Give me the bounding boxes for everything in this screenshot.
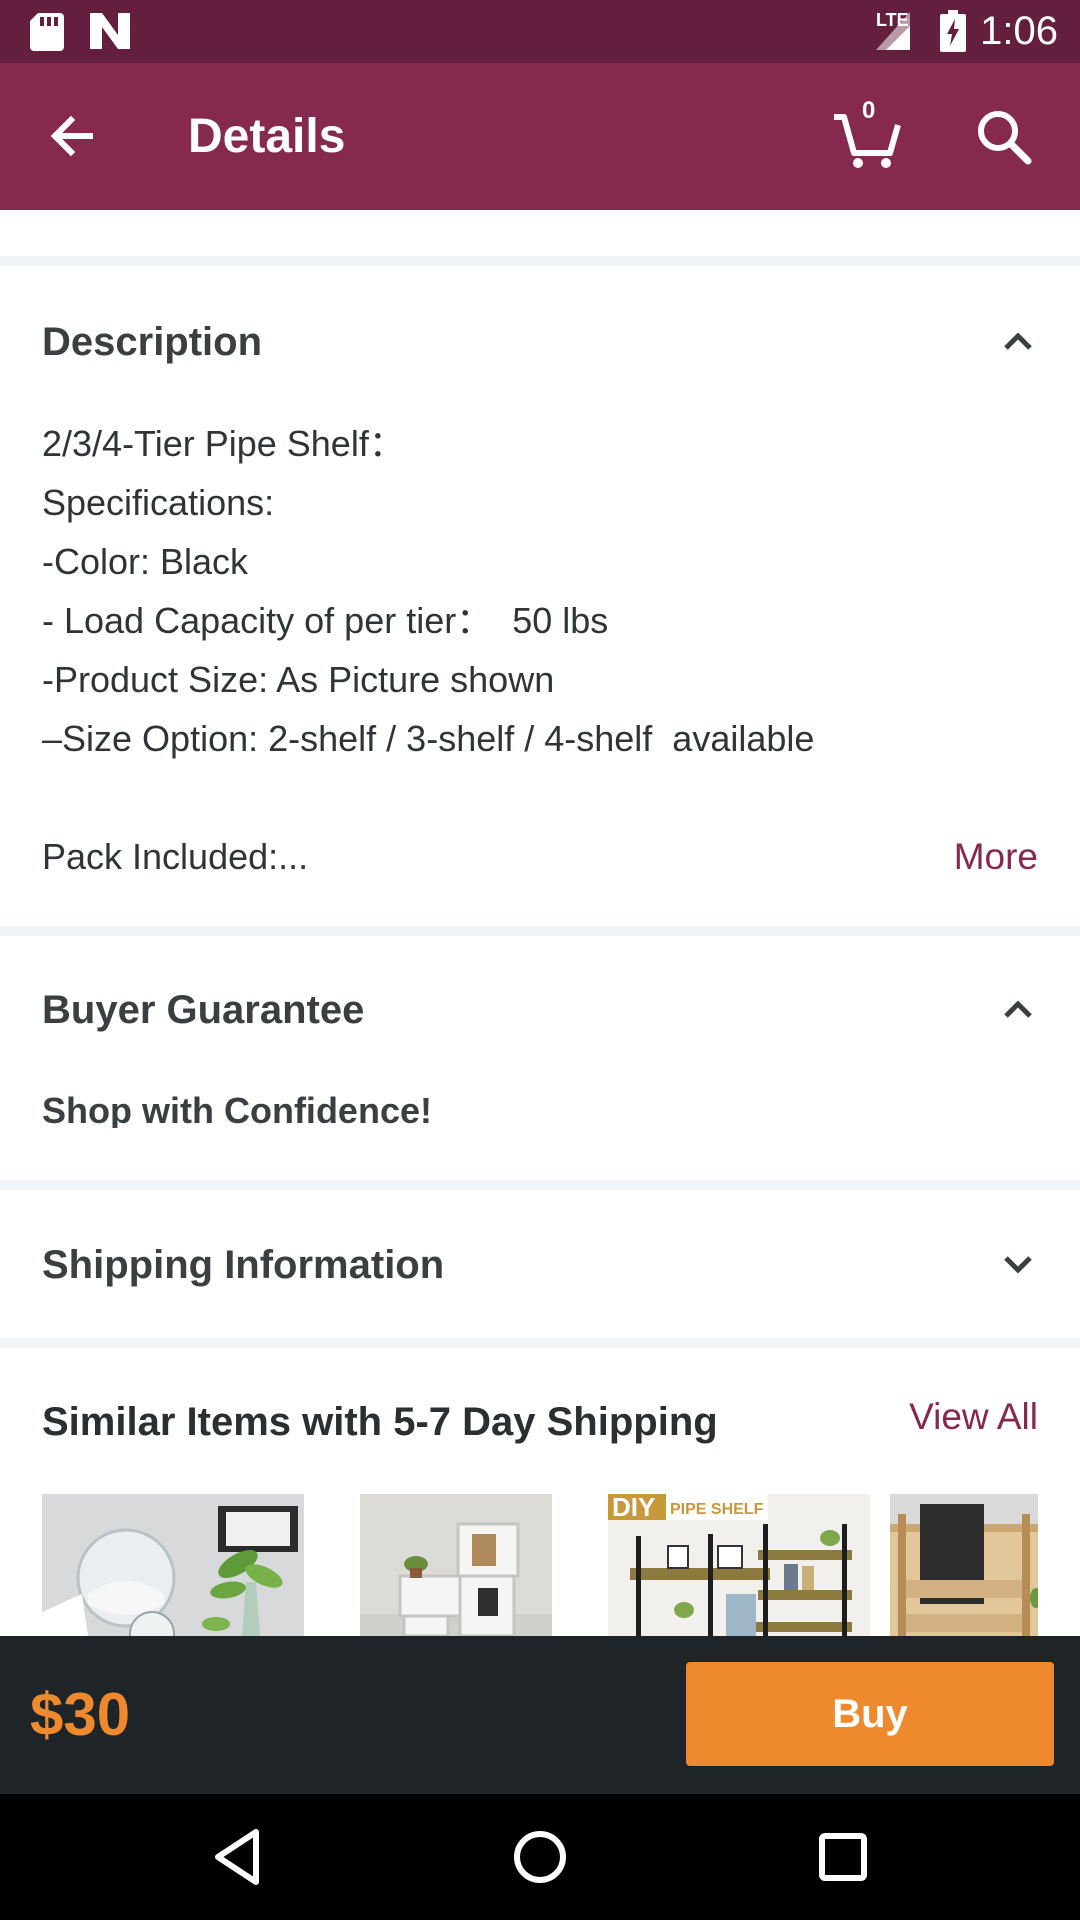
section-divider xyxy=(0,926,1080,936)
chevron-up-icon xyxy=(1004,332,1032,350)
buyer-guarantee-title: Buyer Guarantee xyxy=(42,988,365,1032)
description-line: -Product Size: As Picture shown xyxy=(42,659,555,700)
bottom-action-bar: $30 Buy xyxy=(0,1636,1080,1794)
square-recents-icon xyxy=(819,1833,867,1881)
search-button[interactable] xyxy=(970,103,1042,175)
chevron-down-icon xyxy=(1004,1256,1032,1274)
app-bar: Details 0 xyxy=(0,63,1080,210)
chevron-up-icon xyxy=(1004,1000,1032,1018)
pipe-shelf-image: DIY PIPE SHELF xyxy=(608,1494,870,1636)
battery-charging-icon xyxy=(940,10,966,57)
notification-n-icon xyxy=(90,13,130,54)
shipping-title[interactable]: Shipping Information xyxy=(42,1240,444,1290)
cart-button[interactable]: 0 xyxy=(830,95,910,175)
description-line: -Color: Black xyxy=(42,541,249,582)
system-nav-bar xyxy=(0,1794,1080,1920)
search-icon xyxy=(978,111,1032,165)
sd-card-icon xyxy=(30,13,64,56)
view-all-link[interactable]: View All xyxy=(909,1394,1038,1440)
svg-text:PIPE SHELF: PIPE SHELF xyxy=(670,1501,764,1518)
price-label: $30 xyxy=(30,1681,131,1748)
nav-home-button[interactable] xyxy=(503,1820,577,1894)
similar-item-2[interactable] xyxy=(360,1494,552,1636)
description-title: Description xyxy=(42,320,263,364)
page-title: Details xyxy=(188,110,346,163)
wooden-organizer-image xyxy=(890,1494,1038,1636)
description-line: –Size Option: 2-shelf / 3-shelf / 4-shel… xyxy=(42,718,815,759)
section-divider xyxy=(0,1338,1080,1348)
similar-items-title: Similar Items with 5-7 Day Shipping xyxy=(42,1400,718,1444)
shipping-toggle[interactable] xyxy=(998,1244,1038,1284)
triangle-back-icon xyxy=(215,1829,259,1885)
section-divider xyxy=(0,1180,1080,1190)
nav-back-button[interactable] xyxy=(200,1820,274,1894)
planter-image xyxy=(42,1494,304,1636)
signal-icon xyxy=(876,12,910,55)
description-more-link[interactable]: More xyxy=(954,834,1038,880)
description-toggle[interactable] xyxy=(998,321,1038,361)
nav-recents-button[interactable] xyxy=(806,1820,880,1894)
similar-items-strip: DIY PIPE SHELF xyxy=(0,1494,1080,1636)
back-button[interactable] xyxy=(40,103,106,169)
similar-item-1[interactable] xyxy=(42,1494,304,1636)
buy-button[interactable]: Buy xyxy=(686,1662,1054,1766)
clock: 1:06 xyxy=(980,9,1058,53)
back-arrow-icon xyxy=(50,115,93,157)
description-line: - Load Capacity of per tier： 50 lbs xyxy=(42,600,609,641)
description-line: 2/3/4-Tier Pipe Shelf： xyxy=(42,423,405,464)
cart-count-badge: 0 xyxy=(862,97,876,124)
pack-included-line: Pack Included:... xyxy=(42,836,309,877)
buyer-guarantee-toggle[interactable] xyxy=(998,989,1038,1029)
circle-home-icon xyxy=(514,1831,566,1883)
similar-item-3[interactable]: DIY PIPE SHELF xyxy=(608,1494,870,1636)
cube-shelf-image xyxy=(360,1494,552,1636)
section-divider xyxy=(0,256,1080,266)
similar-item-4[interactable] xyxy=(890,1494,1038,1636)
status-bar: LTE 1:06 xyxy=(0,0,1080,63)
description-line: Specifications: xyxy=(42,482,275,523)
buyer-guarantee-subtitle: Shop with Confidence! xyxy=(42,1090,432,1128)
diy-caption: DIY xyxy=(612,1494,655,1522)
